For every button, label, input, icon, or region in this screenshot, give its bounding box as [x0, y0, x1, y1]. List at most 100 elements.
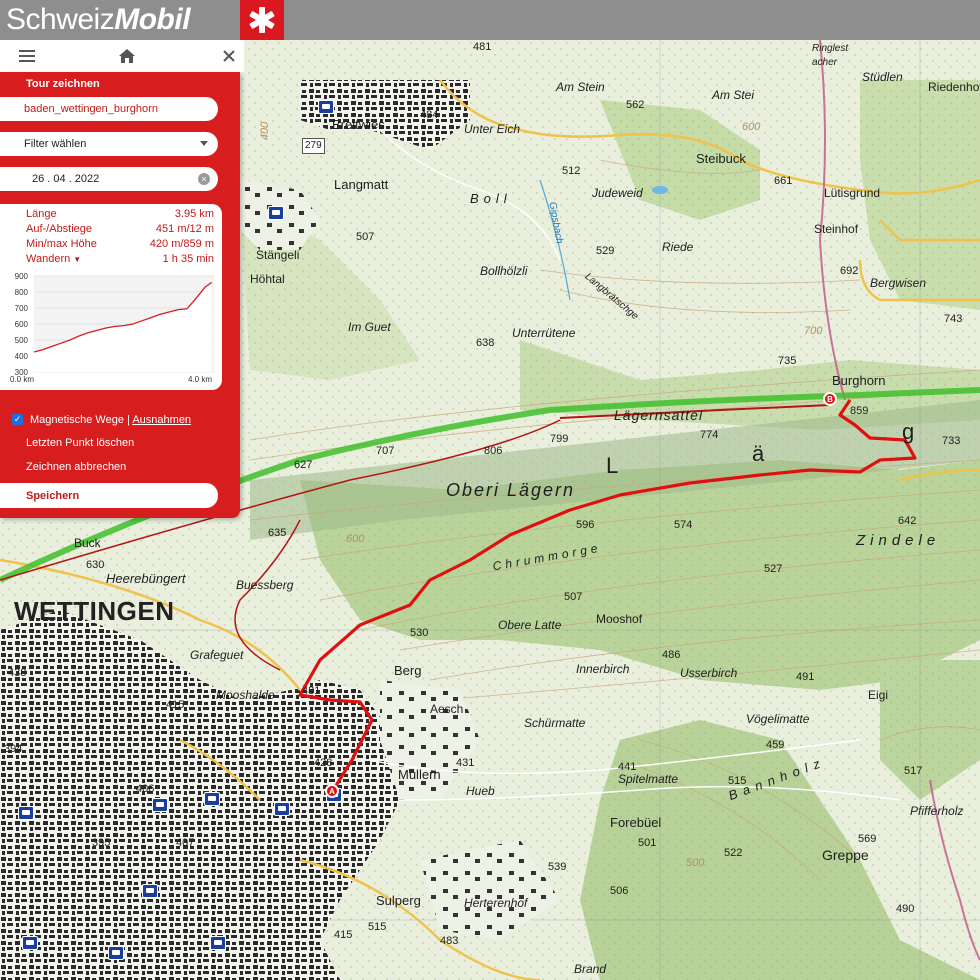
map-label-im-guet: Im Guet [348, 320, 391, 334]
map-label-vogelimatte: Vögelimatte [746, 712, 810, 726]
spot-height: 527 [764, 563, 783, 575]
date-field[interactable]: 26 . 04 . 2022 × [0, 167, 218, 191]
map-label-aesch: Aesch [430, 702, 464, 716]
contour-label: 600 [346, 533, 365, 545]
chart-y-tick-label: 700 [15, 304, 29, 313]
map-label-hohtal: Höhtal [250, 272, 285, 286]
map-label-mooshof: Mooshof [596, 612, 643, 626]
chart-y-tick-label: 400 [15, 352, 29, 361]
spot-height: 530 [410, 627, 429, 639]
panel-title: Tour zeichnen [26, 78, 100, 90]
bus-stop-icon[interactable] [318, 100, 334, 114]
stat-value: 451 m/12 m [155, 223, 214, 235]
bus-stop-icon[interactable] [152, 798, 168, 812]
stat-row-length: Länge 3.95 km [26, 207, 214, 221]
filter-select-label: Filter wählen [24, 138, 87, 150]
map-label-breitwies: Breitwies [332, 117, 385, 132]
spot-height: 733 [942, 435, 961, 447]
tour-name-field[interactable]: baden_wettingen_burghorn [0, 97, 218, 121]
activity-select[interactable]: Wandern ▼ [26, 252, 81, 267]
map-label-brand: Brand [574, 962, 607, 976]
map-label-heerebungert: Heerebüngert [106, 571, 186, 586]
spot-height: 539 [548, 861, 567, 873]
spot-height: 799 [550, 433, 569, 445]
stat-row-elevation: Min/max Höhe 420 m/859 m [26, 237, 214, 251]
spot-height: 481 [473, 41, 492, 53]
map-label-lagernsattel: Lägernsattel [614, 407, 704, 423]
spot-height: 735 [778, 355, 797, 367]
spot-height: 512 [562, 165, 581, 177]
spot-height: 743 [944, 313, 963, 325]
magnetic-paths-option: Magnetische Wege | Ausnahmen [30, 413, 191, 427]
bus-stop-icon[interactable] [274, 802, 290, 816]
bus-stop-icon[interactable] [268, 206, 284, 220]
map-label-steibuck: Steibuck [696, 151, 746, 166]
spot-height: 661 [774, 175, 793, 187]
route-start-marker[interactable]: A [325, 784, 339, 798]
bus-stop-icon[interactable] [210, 936, 226, 950]
bus-stop-icon[interactable] [108, 946, 124, 960]
hamburger-menu-icon[interactable] [18, 47, 36, 65]
map-label-forebuel: Forebüel [610, 815, 662, 830]
tour-drawing-panel: Tour zeichnen baden_wettingen_burghorn F… [0, 72, 240, 518]
map-label-berg: Berg [394, 663, 422, 678]
swiss-cross-icon [240, 0, 284, 40]
bus-stop-icon[interactable] [22, 936, 38, 950]
map-label-buessberg: Buessberg [236, 578, 294, 592]
map-label-bollholzli: Bollhölzli [480, 264, 528, 278]
save-button[interactable]: Speichern [0, 483, 218, 508]
spot-height: 529 [596, 245, 615, 257]
elevation-profile-chart[interactable]: 9008007006005004003000.0 km 4.0 km [0, 272, 222, 390]
home-icon[interactable] [118, 47, 136, 65]
map-label-bergwisen: Bergwisen [870, 276, 927, 290]
logo-text-mobil: Mobil [114, 3, 191, 36]
contour-label: 400 [259, 121, 272, 141]
map-label-boll: Boll [470, 191, 512, 206]
stat-row-duration[interactable]: Wandern ▼ 1 h 35 min [26, 252, 214, 267]
delete-last-point-button[interactable]: Letzten Punkt löschen [26, 436, 134, 450]
route-end-marker[interactable]: B [823, 392, 837, 406]
map-label-innerbirch: Innerbirch [576, 662, 630, 676]
spot-height: 562 [626, 99, 645, 111]
cancel-drawing-button[interactable]: Zeichnen abbrechen [26, 460, 126, 474]
spot-height: 415 [334, 929, 353, 941]
map-label-pfifferholz: Pfifferholz [910, 804, 964, 818]
spot-height: 506 [610, 885, 629, 897]
spot-height: 428 [314, 757, 333, 769]
bus-stop-icon[interactable] [204, 792, 220, 806]
spot-height: 515 [728, 775, 747, 787]
schweizmobil-logo[interactable]: Schweiz Mobil [6, 2, 191, 38]
spot-height: 627 [294, 459, 313, 471]
bus-stop-icon[interactable] [142, 884, 158, 898]
chevron-down-icon: ▼ [73, 255, 82, 264]
map-label-l: L [606, 453, 621, 478]
close-icon[interactable] [220, 47, 238, 65]
map-label-eigi: Eigi [868, 688, 889, 702]
map-label-unter-eich: Unter Eich [464, 122, 521, 136]
map-label-mullern: Müllern [398, 767, 441, 782]
chart-y-tick-label: 500 [15, 336, 29, 345]
magnetic-paths-checkbox[interactable]: ✓ [12, 414, 23, 425]
map-label-oberi-lagern: Oberi Lägern [446, 480, 576, 500]
map-label-sulperg: Sulperg [376, 893, 421, 908]
stat-label: Min/max Höhe [26, 238, 97, 250]
spot-height: 415 [166, 699, 185, 711]
exceptions-link[interactable]: Ausnahmen [132, 414, 191, 426]
map-label-burghorn: Burghorn [832, 373, 886, 388]
spot-height: 501 [638, 837, 657, 849]
map-label-usserbirch: Usserbirch [680, 666, 738, 680]
sidebar-toolbar [0, 40, 244, 72]
option-separator: | [127, 414, 130, 426]
chart-y-tick-label: 600 [15, 320, 29, 329]
stat-value: 3.95 km [174, 208, 214, 220]
stat-row-ascent: Auf-/Abstiege 451 m/12 m [26, 222, 214, 236]
spot-height: 431 [456, 757, 475, 769]
clear-date-icon[interactable]: × [198, 173, 210, 185]
spot-height: 774 [700, 429, 719, 441]
filter-select[interactable]: Filter wählen [0, 132, 218, 156]
spot-height: 507 [564, 591, 583, 603]
bus-stop-icon[interactable] [18, 806, 34, 820]
spot-height: 707 [376, 445, 395, 457]
spot-height: 635 [268, 527, 287, 539]
tour-stats-box: Länge 3.95 km Auf-/Abstiege 451 m/12 m M… [0, 204, 222, 390]
